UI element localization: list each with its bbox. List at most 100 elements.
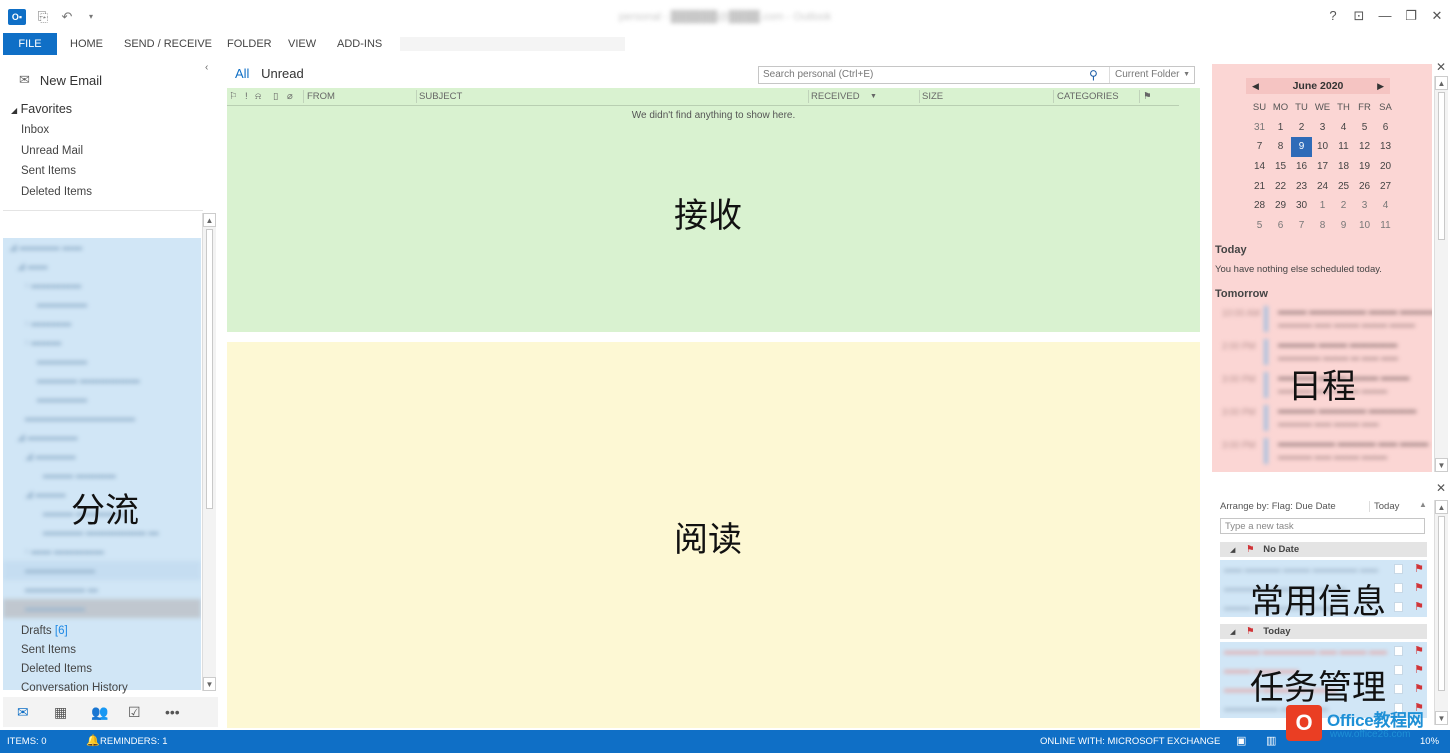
people-icon[interactable]: 👥 [91,704,128,721]
favorite-deleted-items[interactable]: Deleted Items [21,186,92,207]
flag-icon[interactable]: ⚑ [1414,644,1424,657]
column-categories[interactable]: CATEGORIES [1057,91,1119,102]
folder-drafts[interactable]: Drafts [6] [21,622,128,641]
calendar-day[interactable]: 18 [1333,157,1354,177]
folder-scrollbar[interactable]: ▲ ▼ [202,213,216,691]
calendar-day[interactable]: 22 [1270,177,1291,197]
tab-home[interactable]: HOME [62,33,111,55]
scroll-up-icon[interactable]: ▲ [203,213,216,227]
calendar-day[interactable]: 11 [1333,137,1354,157]
calendar-day[interactable]: 1 [1270,118,1291,138]
calendar-day[interactable]: 2 [1291,118,1312,138]
calendar-day[interactable]: 6 [1270,216,1291,236]
calendar-day[interactable]: 8 [1312,216,1333,236]
tab-folder[interactable]: FOLDER [219,33,280,55]
mail-icon[interactable]: ✉ [17,704,54,721]
status-reminders[interactable]: REMINDERS: 1 [100,736,168,747]
search-scope-dropdown[interactable]: Current Folder ▼ [1109,67,1195,83]
task-item[interactable]: ▬▬▬▬ ▬▬▬▬▬▬ ▬▬ ▬▬▬ ▬▬ ⚑ [1220,642,1427,661]
search-box[interactable]: Search personal (Ctrl+E) ⚲ Current Folde… [758,66,1195,84]
calendar-day[interactable]: 9 [1291,137,1312,158]
column-size[interactable]: SIZE [922,91,943,102]
calendar-day[interactable]: 30 [1291,196,1312,216]
folder-conversation-history[interactable]: Conversation History [21,679,128,698]
task-complete-checkbox[interactable] [1394,665,1403,675]
flag-icon[interactable]: ⚑ [1414,581,1424,594]
calendar-day[interactable]: 10 [1354,216,1375,236]
importance-column-icon[interactable]: ⚐ [229,91,238,102]
flag-icon[interactable]: ⚑ [1414,562,1424,575]
calendar-day[interactable]: 2 [1333,196,1354,216]
scroll-up-icon[interactable]: ▲ [1435,76,1448,90]
tab-add-ins[interactable]: ADD-INS [329,33,390,55]
scroll-down-icon[interactable]: ▼ [203,677,216,691]
task-complete-checkbox[interactable] [1394,564,1403,574]
attachment-column-icon[interactable]: ⌀ [287,91,293,102]
normal-view-icon[interactable]: ▣ [1236,734,1246,747]
calendar-day[interactable]: 21 [1249,177,1270,197]
task-complete-checkbox[interactable] [1394,684,1403,694]
task-arrange-value[interactable]: Today [1369,501,1399,512]
task-complete-checkbox[interactable] [1394,646,1403,656]
flag-icon[interactable]: ⚑ [1414,663,1424,676]
calendar-day[interactable]: 13 [1375,137,1396,157]
scroll-thumb[interactable] [1438,92,1445,240]
calendar-day[interactable]: 29 [1270,196,1291,216]
customize-qat-icon[interactable]: ▾ [84,10,98,24]
help-icon[interactable]: ? [1326,8,1340,24]
appointment-item[interactable]: 10:00 AM ▬▬▬ ▬▬▬▬▬▬ ▬▬▬ ▬▬▬▬ ▬▬▬▬ ▬▬ ▬▬▬ … [1212,304,1432,334]
favorite-inbox[interactable]: Inbox [21,124,92,145]
task-group-no-date[interactable]: ◢ ⚑ No Date [1220,542,1427,557]
calendar-day[interactable]: 7 [1249,137,1270,157]
calendar-day[interactable]: 28 [1249,196,1270,216]
previous-month-icon[interactable]: ◀ [1252,78,1259,94]
scroll-up-icon[interactable]: ▲ [1435,500,1448,514]
minimize-icon[interactable]: — [1378,8,1392,24]
close-task-peek-icon[interactable]: ✕ [1436,481,1446,495]
reminder-column-icon[interactable]: ⍾ [255,91,261,102]
search-input[interactable]: Search personal (Ctrl+E) [763,69,873,80]
calendar-day[interactable]: 8 [1270,137,1291,157]
calendar-day[interactable]: 27 [1375,177,1396,197]
calendar-day[interactable]: 4 [1375,196,1396,216]
calendar-day[interactable]: 3 [1312,118,1333,138]
close-icon[interactable]: ✕ [1430,8,1444,24]
calendar-day[interactable]: 25 [1333,177,1354,197]
folder-sent-items[interactable]: Sent Items [21,641,128,660]
calendar-day[interactable]: 26 [1354,177,1375,197]
calendar-day[interactable]: 3 [1354,196,1375,216]
ribbon-display-icon[interactable]: ⊡ [1352,8,1366,24]
folder-deleted-items[interactable]: Deleted Items [21,660,128,679]
new-email-button[interactable]: ✉ New Email [19,72,102,88]
calendar-day[interactable]: 4 [1333,118,1354,138]
new-task-input[interactable]: Type a new task [1220,518,1425,534]
flag-column-icon[interactable]: ⚑ [1143,91,1152,102]
filter-unread[interactable]: Unread [261,66,304,81]
calendar-day[interactable]: 6 [1375,118,1396,138]
flag-icon[interactable]: ⚑ [1414,682,1424,695]
calendar-day[interactable]: 11 [1375,216,1396,236]
tab-view[interactable]: VIEW [280,33,324,55]
collapse-pane-icon[interactable]: ‹ [205,62,208,73]
calendar-day[interactable]: 9 [1333,216,1354,236]
icon-column-icon[interactable]: ▯ [273,91,278,102]
column-from[interactable]: FROM [307,91,335,102]
flag-icon[interactable]: ⚑ [1414,600,1424,613]
scroll-thumb[interactable] [206,229,213,509]
tab-send-receive[interactable]: SEND / RECEIVE [116,33,220,55]
next-month-icon[interactable]: ▶ [1377,78,1384,94]
favorite-sent-items[interactable]: Sent Items [21,165,92,186]
calendar-day[interactable]: 16 [1291,157,1312,177]
send-receive-icon[interactable]: ⎘ [36,10,50,24]
favorites-header[interactable]: ◢ Favorites [11,102,72,116]
tasks-icon[interactable]: ☑ [128,704,165,721]
calendar-day[interactable]: 24 [1312,177,1333,197]
restore-icon[interactable]: ❐ [1404,8,1418,24]
task-complete-checkbox[interactable] [1394,602,1403,612]
calendar-day[interactable]: 12 [1354,137,1375,157]
calendar-day[interactable]: 7 [1291,216,1312,236]
task-scrollbar[interactable]: ▲ ▼ [1434,500,1448,725]
calendar-day[interactable]: 10 [1312,137,1333,157]
undo-icon[interactable]: ↶ [60,10,74,24]
favorite-unread-mail[interactable]: Unread Mail [21,145,92,166]
